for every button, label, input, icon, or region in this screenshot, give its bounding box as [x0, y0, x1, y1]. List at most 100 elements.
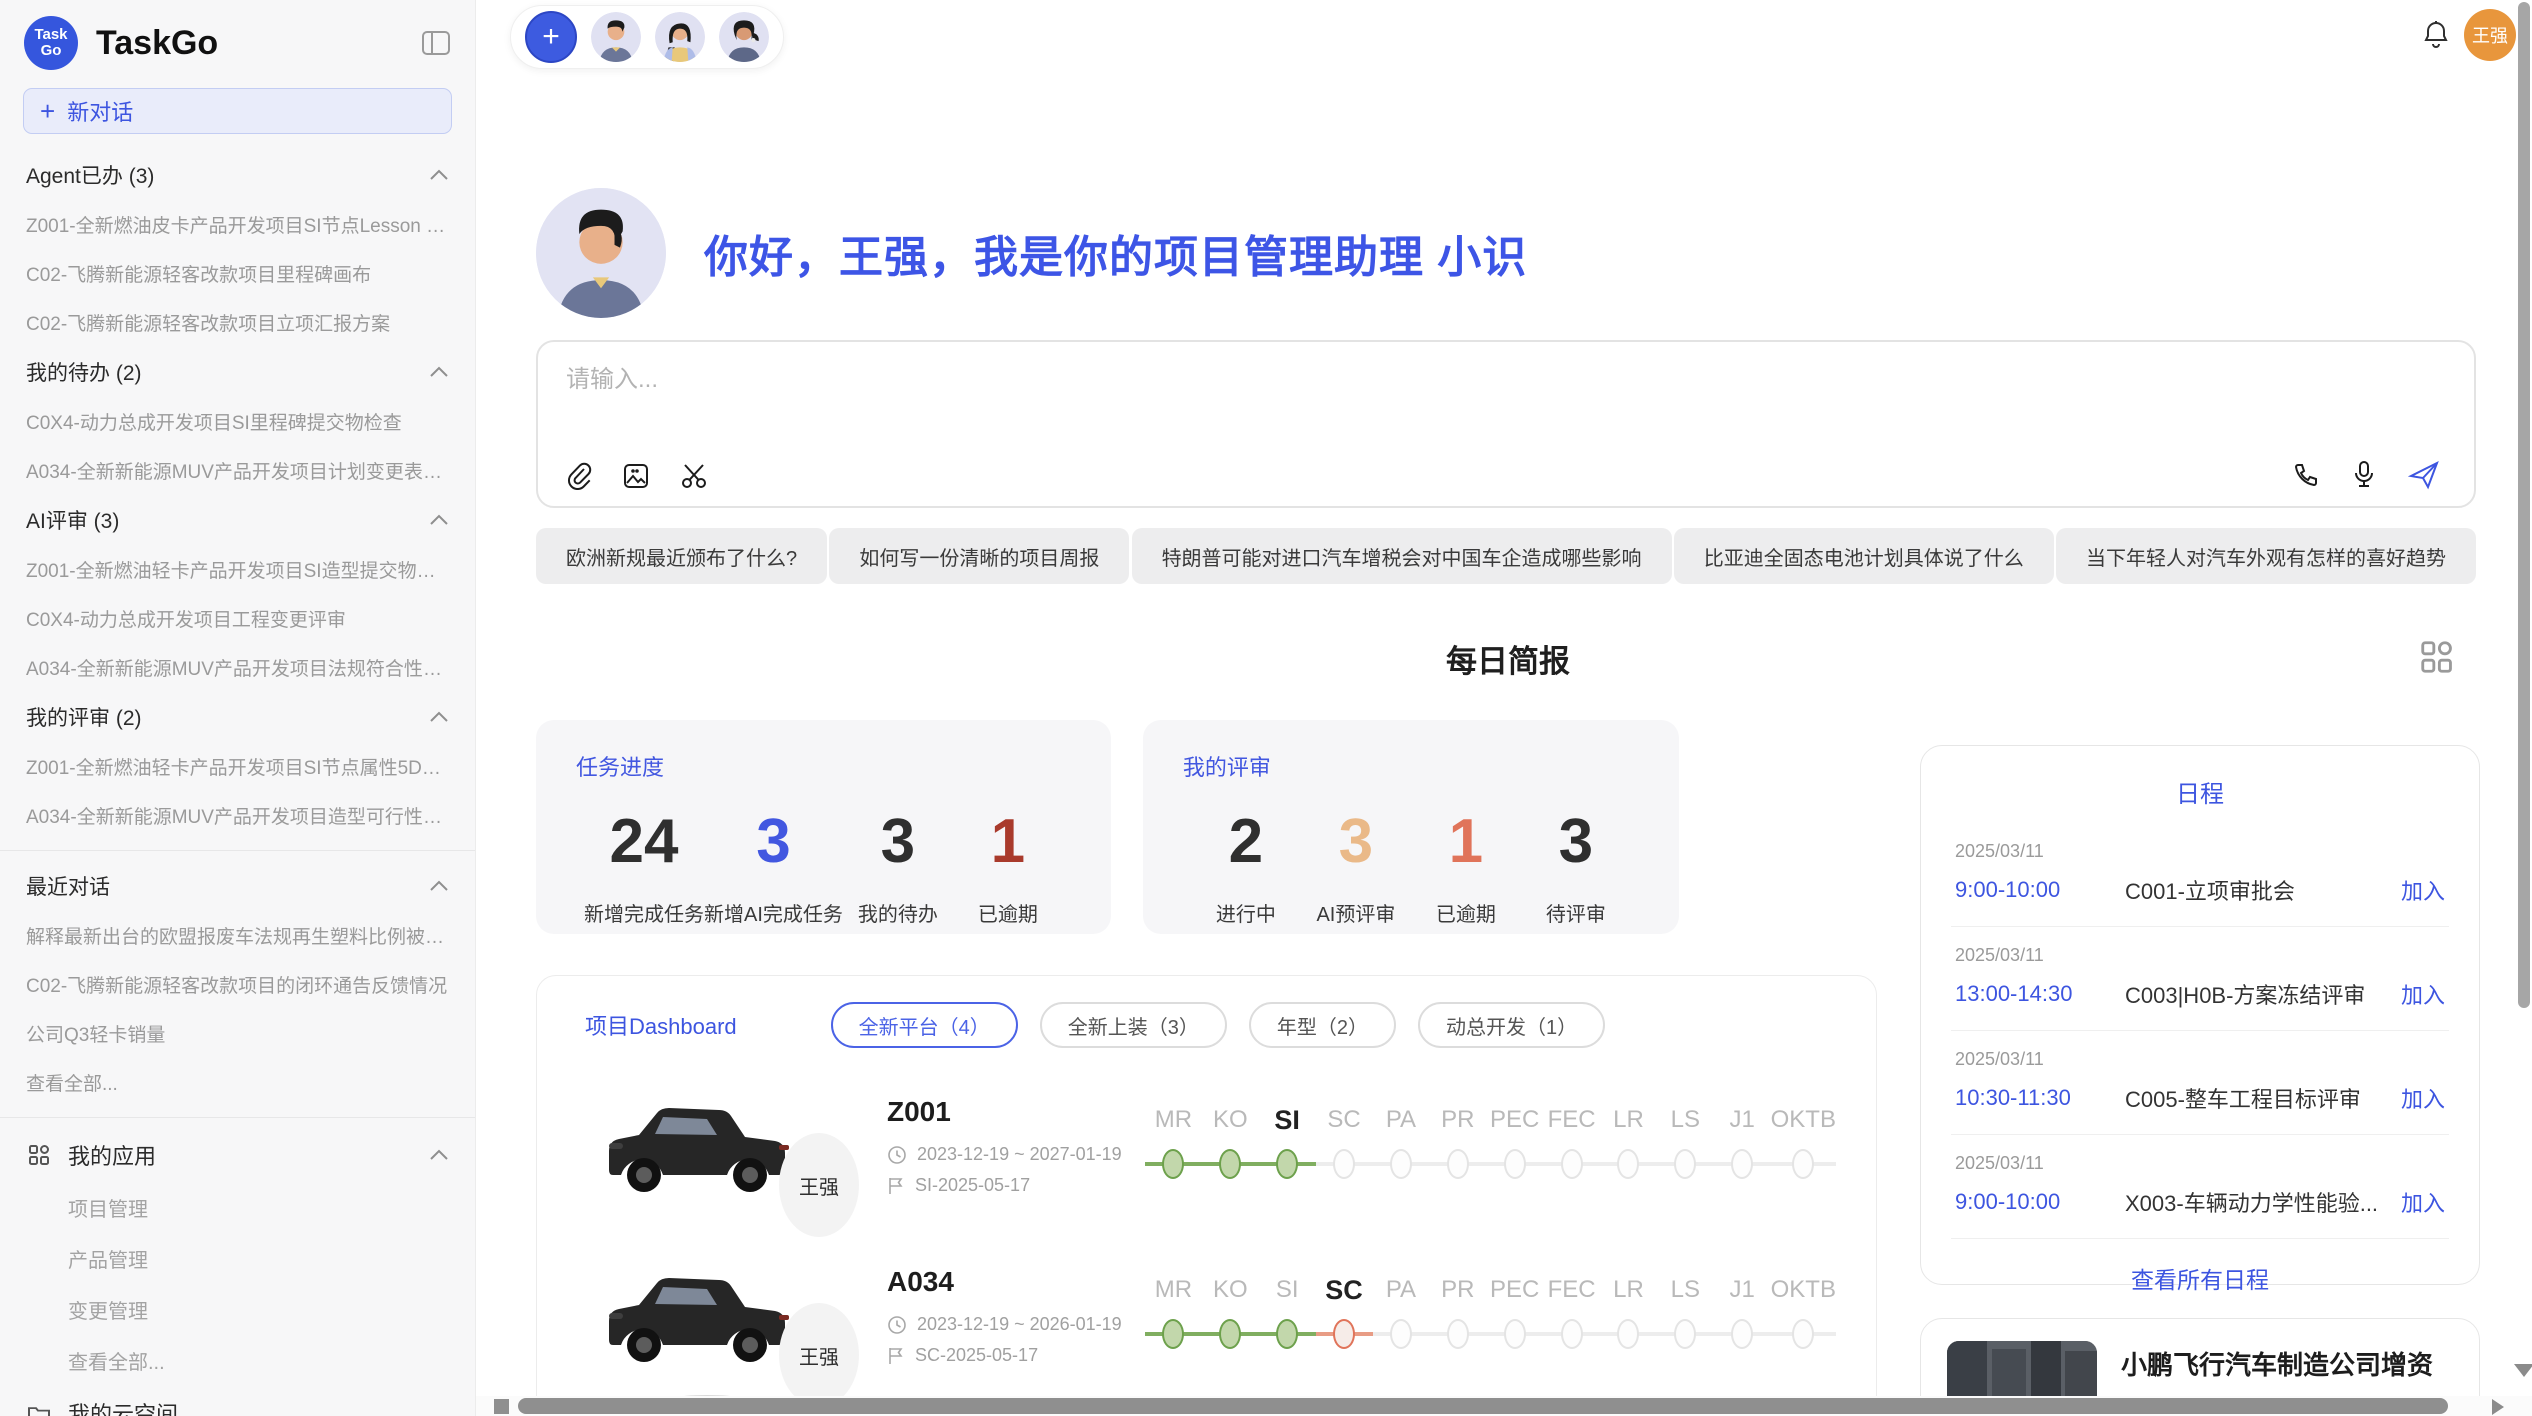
sidebar-recent-header[interactable]: 最近对话: [0, 861, 475, 911]
sidebar-item[interactable]: Z001-全新燃油皮卡产品开发项目SI节点Lesson Learn报告: [0, 200, 475, 249]
sidebar-section-header[interactable]: 我的待办 (2): [0, 347, 475, 397]
dashboard-tab[interactable]: 年型（2）: [1249, 1002, 1396, 1048]
milestone-dot[interactable]: [1447, 1149, 1469, 1179]
member-avatar[interactable]: [591, 12, 641, 62]
vertical-scrollbar[interactable]: [2518, 2, 2530, 1008]
milestone-dot[interactable]: [1561, 1319, 1583, 1349]
dashboard-tab[interactable]: 全新上装（3）: [1040, 1002, 1227, 1048]
notifications-bell-icon[interactable]: [2422, 20, 2450, 50]
horizontal-scrollbar-left-nub[interactable]: [494, 1399, 509, 1414]
milestone-dot[interactable]: [1561, 1149, 1583, 1179]
dashboard-title: 项目Dashboard: [585, 1009, 737, 1041]
suggestion-chip[interactable]: 特朗普可能对进口汽车增税会对中国车企造成哪些影响: [1132, 528, 1672, 584]
scissors-icon[interactable]: [680, 462, 710, 490]
recent-item[interactable]: 查看全部...: [0, 1058, 475, 1107]
milestone-dot[interactable]: [1276, 1149, 1298, 1179]
milestone-label: PA: [1373, 1098, 1430, 1142]
event-join-link[interactable]: 加入: [2401, 1186, 2445, 1218]
milestone-dot[interactable]: [1504, 1149, 1526, 1179]
milestone-dot[interactable]: [1333, 1149, 1355, 1179]
suggestion-chip[interactable]: 比亚迪全固态电池计划具体说了什么: [1674, 528, 2054, 584]
sidebar-section-items: Z001-全新燃油轻卡产品开发项目SI造型提交物评审 C0X4-动力总成开发项目…: [0, 545, 475, 692]
recent-item[interactable]: 解释最新出台的欧盟报废车法规再生塑料比例被调至15%...: [0, 911, 475, 960]
my-apps-subitem[interactable]: 变更管理: [0, 1284, 475, 1335]
dashboard-tab[interactable]: 动总开发（1）: [1418, 1002, 1605, 1048]
sidebar-item[interactable]: A034-全新新能源MUV产品开发项目法规符合性评审: [0, 643, 475, 692]
scroll-down-arrow[interactable]: [2514, 1364, 2532, 1377]
sidebar-item-my-apps[interactable]: 我的应用: [0, 1128, 475, 1182]
image-icon[interactable]: [622, 462, 650, 490]
milestone-dot[interactable]: [1731, 1319, 1753, 1349]
sidebar-item[interactable]: C02-飞腾新能源轻客改款项目里程碑画布: [0, 249, 475, 298]
event-join-link[interactable]: 加入: [2401, 1082, 2445, 1114]
milestone-dot[interactable]: [1219, 1149, 1241, 1179]
horizontal-scrollbar[interactable]: [518, 1398, 2448, 1414]
sidebar-item[interactable]: C0X4-动力总成开发项目SI里程碑提交物检查: [0, 397, 475, 446]
sidebar-item[interactable]: A034-全新新能源MUV产品开发项目计划变更表编写: [0, 446, 475, 495]
milestone-label: LS: [1657, 1268, 1714, 1312]
my-apps-subitem[interactable]: 产品管理: [0, 1233, 475, 1284]
project-row[interactable]: 王强 Z001 2023-12-19 ~ 2027-01-19 SI-2025-…: [537, 1048, 1876, 1218]
milestone-dot[interactable]: [1333, 1319, 1355, 1349]
suggestion-chip[interactable]: 欧洲新规最近颁布了什么?: [536, 528, 827, 584]
sidebar-item[interactable]: A034-全新新能源MUV产品开发项目造型可行性评审: [0, 791, 475, 840]
milestone-dot[interactable]: [1674, 1319, 1696, 1349]
sidebar-section-header[interactable]: 我的评审 (2): [0, 692, 475, 742]
suggestion-chip[interactable]: 当下年轻人对汽车外观有怎样的喜好趋势: [2056, 528, 2476, 584]
briefing-layout-icon[interactable]: [2418, 638, 2456, 676]
phone-icon[interactable]: [2292, 461, 2320, 489]
milestone-dot[interactable]: [1276, 1319, 1298, 1349]
milestone-dot-zone: [1714, 1312, 1771, 1356]
view-all-schedule-link[interactable]: 查看所有日程: [1951, 1239, 2449, 1317]
recent-item[interactable]: 公司Q3轻卡销量: [0, 1009, 475, 1058]
collapse-sidebar-icon[interactable]: [421, 29, 451, 57]
milestone-dot[interactable]: [1792, 1149, 1814, 1179]
sidebar-section-header[interactable]: AI评审 (3): [0, 495, 475, 545]
event-join-link[interactable]: 加入: [2401, 874, 2445, 906]
milestone-dot[interactable]: [1219, 1319, 1241, 1349]
recent-item[interactable]: C02-飞腾新能源轻客改款项目的闭环通告反馈情况: [0, 960, 475, 1009]
milestone-label: FEC: [1543, 1098, 1600, 1142]
my-apps-subitem[interactable]: 项目管理: [0, 1182, 475, 1233]
milestone-dot[interactable]: [1390, 1149, 1412, 1179]
chat-input[interactable]: [566, 366, 2446, 394]
scroll-right-arrow[interactable]: [2492, 1399, 2504, 1415]
milestone-dot[interactable]: [1731, 1149, 1753, 1179]
sidebar-item-cloud-space[interactable]: 我的云空间: [0, 1386, 475, 1416]
microphone-icon[interactable]: [2352, 460, 2376, 490]
milestone-dot[interactable]: [1447, 1319, 1469, 1349]
user-avatar[interactable]: 王强: [2464, 9, 2516, 61]
my-apps-subitem[interactable]: 查看全部...: [0, 1335, 475, 1386]
project-car-image: [591, 1079, 801, 1199]
sidebar-item[interactable]: Z001-全新燃油轻卡产品开发项目SI节点属性5D文件评审: [0, 742, 475, 791]
send-icon[interactable]: [2408, 460, 2440, 490]
milestone-dot[interactable]: [1617, 1319, 1639, 1349]
milestone-dot[interactable]: [1617, 1149, 1639, 1179]
member-avatar[interactable]: [655, 12, 705, 62]
milestone-dot[interactable]: [1674, 1149, 1696, 1179]
member-avatar[interactable]: [719, 12, 769, 62]
milestone: J1: [1714, 1098, 1771, 1186]
add-member-button[interactable]: +: [525, 11, 577, 63]
sidebar-section-title: Agent已办 (3): [26, 160, 154, 190]
suggestion-chip[interactable]: 如何写一份清晰的项目周报: [829, 528, 1129, 584]
milestone-dot[interactable]: [1162, 1319, 1184, 1349]
sidebar-section-header[interactable]: Agent已办 (3): [0, 150, 475, 200]
new-chat-button[interactable]: + 新对话: [23, 88, 452, 134]
sidebar-item[interactable]: C0X4-动力总成开发项目工程变更评审: [0, 594, 475, 643]
project-row[interactable]: 王强 A034 2023-12-19 ~ 2026-01-19 SC-2025-…: [537, 1218, 1876, 1388]
milestone-dot-zone: [1373, 1142, 1430, 1186]
milestone-dot[interactable]: [1792, 1319, 1814, 1349]
stat-grid: 24 新增完成任务 3 新增AI完成任务 3 我的待办 1: [576, 800, 1071, 927]
event-join-link[interactable]: 加入: [2401, 978, 2445, 1010]
milestone-dot[interactable]: [1390, 1319, 1412, 1349]
milestone-dot[interactable]: [1504, 1319, 1526, 1349]
dashboard-tab[interactable]: 全新平台（4）: [831, 1002, 1018, 1048]
milestone-label: J1: [1714, 1268, 1771, 1312]
stat-value: 3: [1301, 800, 1411, 884]
attachment-icon[interactable]: [566, 462, 592, 490]
stat-card: 任务进度 24 新增完成任务 3 新增AI完成任务 3 我的待办: [536, 720, 1111, 934]
milestone-dot[interactable]: [1162, 1149, 1184, 1179]
sidebar-item[interactable]: C02-飞腾新能源轻客改款项目立项汇报方案: [0, 298, 475, 347]
sidebar-item[interactable]: Z001-全新燃油轻卡产品开发项目SI造型提交物评审: [0, 545, 475, 594]
